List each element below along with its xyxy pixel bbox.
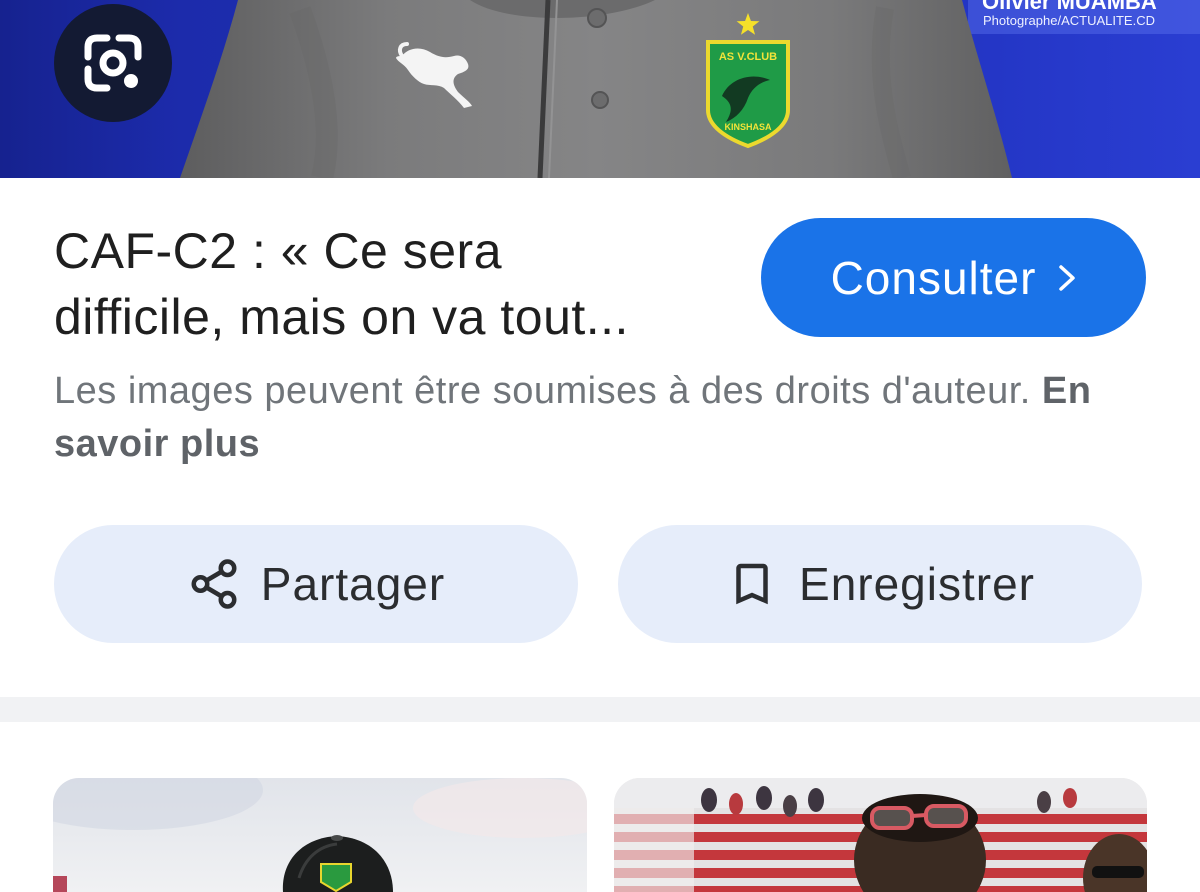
shirt-button	[591, 91, 609, 109]
related-image-photo	[53, 778, 587, 892]
share-icon	[191, 559, 237, 609]
club-badge-bottom-text: KINSHASA	[724, 122, 772, 132]
visit-button-label: Consulter	[830, 251, 1037, 304]
club-badge-top-text: AS V.CLUB	[719, 51, 777, 63]
result-card: CAF-C2 : « Ce sera difficile, mais on va…	[0, 178, 1200, 697]
google-lens-button[interactable]	[54, 4, 172, 122]
result-title-line: CAF-C2 : « Ce sera	[54, 223, 503, 279]
result-title-line: difficile, mais on va tout...	[54, 289, 629, 345]
hero-photo: AS V.CLUB KINSHASA Olivier MUAMBA Photog…	[0, 0, 1200, 178]
share-button-label: Partager	[260, 558, 446, 610]
bookmark-icon	[736, 563, 768, 605]
action-bar: Partager Enregistrer	[54, 525, 1146, 643]
related-images	[0, 722, 1200, 892]
chevron-right-icon	[1059, 264, 1076, 291]
share-button[interactable]: Partager	[54, 525, 578, 643]
section-divider	[0, 697, 1200, 722]
copyright-notice-text: Les images peuvent être soumises à des d…	[54, 370, 1031, 412]
result-title: CAF-C2 : « Ce sera difficile, mais on va…	[54, 218, 629, 350]
save-button-label: Enregistrer	[799, 558, 1035, 610]
photo-credit-role: Photographe/ACTUALITE.CD	[983, 13, 1155, 28]
shirt-button	[587, 8, 607, 28]
related-image-thumbnail[interactable]	[53, 778, 587, 892]
result-header: CAF-C2 : « Ce sera difficile, mais on va…	[54, 218, 1146, 350]
related-image-photo	[614, 778, 1147, 892]
hero-image[interactable]: AS V.CLUB KINSHASA Olivier MUAMBA Photog…	[0, 0, 1200, 178]
save-button[interactable]: Enregistrer	[618, 525, 1142, 643]
visit-button[interactable]: Consulter	[761, 218, 1146, 337]
copyright-notice: Les images peuvent être soumises à des d…	[54, 365, 1146, 471]
google-lens-icon	[84, 34, 142, 92]
man-head	[854, 794, 986, 892]
glasses	[870, 806, 914, 830]
photo-credit-name: Olivier MUAMBA	[982, 0, 1157, 14]
related-image-thumbnail[interactable]	[614, 778, 1147, 892]
